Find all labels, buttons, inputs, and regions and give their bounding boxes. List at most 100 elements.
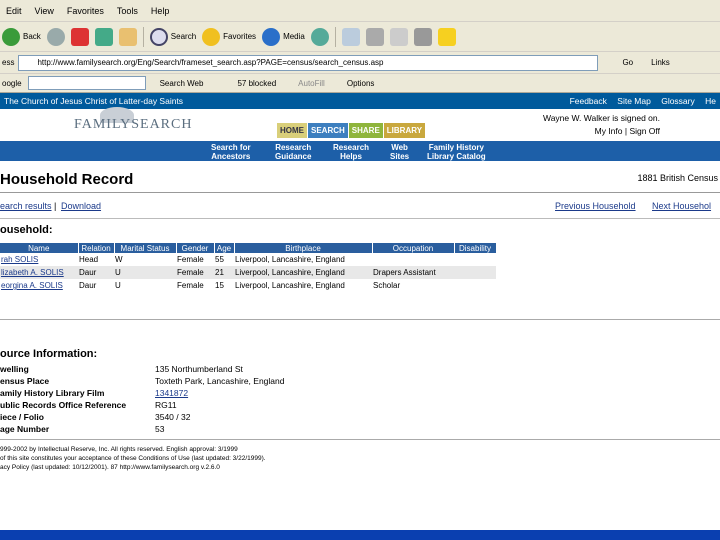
search-results-link[interactable]: earch results xyxy=(0,201,52,211)
person-name-link[interactable]: lizabeth A. SOLIS xyxy=(0,266,78,279)
privacy-text[interactable]: acy Policy (last updated: 10/12/2001). 8… xyxy=(0,463,266,472)
birthplace-cell: Liverpool, Lancashire, England xyxy=(235,281,345,290)
sign-in-status: Wayne W. Walker is signed on. My Info | … xyxy=(543,113,660,136)
site-map-link[interactable]: Site Map xyxy=(617,96,651,106)
person-name-link[interactable]: eorgina A. SOLIS xyxy=(0,279,78,292)
history-icon[interactable] xyxy=(310,27,329,46)
my-info-link[interactable]: My Info xyxy=(595,126,623,136)
google-logo: oogle xyxy=(2,78,22,88)
refresh-icon[interactable] xyxy=(94,27,113,46)
age-cell: 15 xyxy=(215,281,224,290)
back-button[interactable]: Back xyxy=(2,27,41,46)
column-header: Name xyxy=(0,243,79,253)
household-section: ousehold: Name Relation Marital Status G… xyxy=(0,219,720,329)
nav-search-ancestors[interactable]: Search for Ancestors xyxy=(211,143,251,161)
source-info: welling 135 Northumberland St ensus Place… xyxy=(0,364,285,434)
address-input[interactable]: http://www.familysearch.org/Eng/Search/f… xyxy=(18,54,599,71)
tab-home[interactable]: HOME xyxy=(277,123,307,138)
menu-view[interactable]: View xyxy=(35,6,54,16)
star-icon xyxy=(202,27,221,46)
tab-share[interactable]: SHARE xyxy=(348,123,383,138)
go-button[interactable]: Go xyxy=(622,58,633,67)
toolbar: Back Search Favorites Media xyxy=(0,22,720,52)
gender-cell: Female xyxy=(177,268,204,277)
marital-cell: U xyxy=(115,281,121,290)
mail-icon[interactable] xyxy=(341,27,360,46)
address-label: ess xyxy=(2,58,15,67)
taskbar xyxy=(0,530,720,540)
birthplace-cell: Liverpool, Lancashire, England xyxy=(235,268,345,277)
glossary-link[interactable]: Glossary xyxy=(661,96,695,106)
record-links: earch results | Download Previous Househ… xyxy=(0,193,720,219)
media-button[interactable]: Media xyxy=(262,27,305,46)
marital-cell: U xyxy=(115,268,121,277)
disability-cell xyxy=(454,279,496,292)
nav-library-catalog[interactable]: Family History Library Catalog xyxy=(427,143,486,161)
menu-bar: Edit View Favorites Tools Help xyxy=(0,0,720,22)
source-heading: ource Information: xyxy=(0,348,98,360)
relation-cell: Daur xyxy=(79,281,97,290)
table-header-row: Name Relation Marital Status Gender Age … xyxy=(0,243,497,253)
table-row: eorgina A. SOLIS Daur U Female 15 Liverp… xyxy=(0,279,496,292)
relation-cell: Head xyxy=(79,255,99,264)
sign-off-link[interactable]: Sign Off xyxy=(629,126,660,136)
links-label[interactable]: Links xyxy=(651,58,670,67)
church-name: The Church of Jesus Christ of Latter-day… xyxy=(4,96,184,106)
menu-help[interactable]: Help xyxy=(151,6,170,16)
web-page: The Church of Jesus Christ of Latter-day… xyxy=(0,93,720,537)
print-icon[interactable] xyxy=(365,27,384,46)
section-divider xyxy=(0,319,720,320)
nav-research-guidance[interactable]: Research Guidance xyxy=(275,143,311,161)
gender-cell: Female xyxy=(177,255,204,264)
search-button[interactable]: Search xyxy=(149,27,196,46)
menu-edit[interactable]: Edit xyxy=(6,6,22,16)
tab-search[interactable]: SEARCH xyxy=(308,123,348,138)
download-link[interactable]: Download xyxy=(61,201,101,211)
relation-cell: Daur xyxy=(79,268,97,277)
favorites-button[interactable]: Favorites xyxy=(202,27,256,46)
previous-household-link[interactable]: Previous Household xyxy=(555,201,636,211)
film-number-link[interactable]: 1341872 xyxy=(155,387,188,399)
menu-favorites[interactable]: Favorites xyxy=(67,6,104,16)
toolbar-separator xyxy=(334,26,336,47)
help-link[interactable]: He xyxy=(705,96,716,106)
google-search-input[interactable] xyxy=(27,76,146,90)
edit-icon[interactable] xyxy=(389,27,408,46)
feedback-link[interactable]: Feedback xyxy=(570,96,607,106)
occupation-cell: Drapers Assistant xyxy=(373,268,436,277)
conditions-text[interactable]: of this site constitutes your acceptance… xyxy=(0,454,266,463)
google-toolbar: oogle Search Web 57 blocked AutoFill Opt… xyxy=(0,74,720,92)
column-header: Birthplace xyxy=(234,243,373,253)
autofill-button[interactable]: AutoFill xyxy=(298,79,325,88)
nav-web-sites[interactable]: Web Sites xyxy=(390,143,409,161)
person-name-link[interactable]: rah SOLIS xyxy=(0,253,78,266)
tab-library[interactable]: LIBRARY xyxy=(383,123,426,138)
next-household-link[interactable]: Next Househol xyxy=(652,201,711,211)
discuss-icon[interactable] xyxy=(413,27,432,46)
options-button[interactable]: Options xyxy=(347,79,375,88)
forward-arrow-icon[interactable] xyxy=(46,27,65,46)
column-header: Relation xyxy=(78,243,115,253)
familysearch-logo[interactable]: FAMILYSEARCH xyxy=(74,117,192,133)
column-header: Marital Status xyxy=(114,243,177,253)
occupation-cell: Scholar xyxy=(373,281,401,290)
record-title-bar: Household Record 1881 British Census xyxy=(0,161,720,193)
menu-tools[interactable]: Tools xyxy=(117,6,138,16)
census-label: 1881 British Census xyxy=(637,173,718,183)
nav-research-helps[interactable]: Research Helps xyxy=(333,143,369,161)
household-table: Name Relation Marital Status Gender Age … xyxy=(0,243,497,292)
notes-icon[interactable] xyxy=(437,27,456,46)
birthplace-cell: Liverpool, Lancashire, England xyxy=(235,255,345,264)
column-header: Disability xyxy=(454,243,497,253)
media-icon xyxy=(262,27,281,46)
main-tabs: HOME SEARCH SHARE LIBRARY xyxy=(277,123,426,138)
toolbar-separator xyxy=(142,26,144,47)
sub-navigation: Search for Ancestors Research Guidance Res… xyxy=(0,141,720,161)
page-title: Household Record xyxy=(0,171,134,188)
google-search-web-button[interactable]: Search Web xyxy=(160,79,204,88)
popup-blocked-counter[interactable]: 57 blocked xyxy=(237,79,276,88)
gender-cell: Female xyxy=(177,281,204,290)
stop-icon[interactable] xyxy=(70,27,89,46)
back-arrow-icon xyxy=(2,27,20,46)
home-icon[interactable] xyxy=(118,27,137,46)
